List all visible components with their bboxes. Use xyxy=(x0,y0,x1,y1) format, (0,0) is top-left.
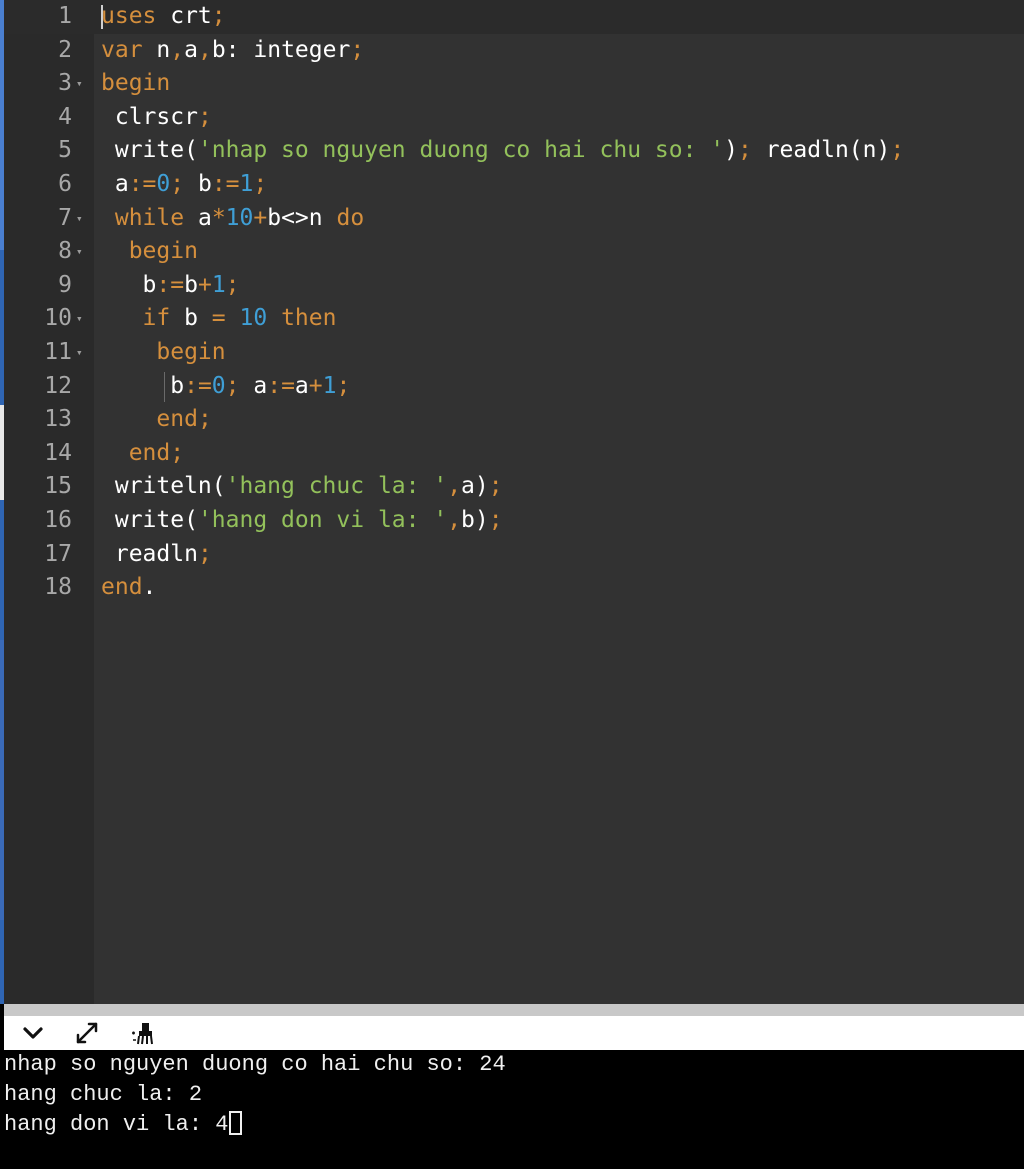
code-text: end. xyxy=(101,574,157,601)
line-number: 11 xyxy=(44,338,72,365)
fold-toggle-icon[interactable]: ▾ xyxy=(76,67,88,101)
clear-icon xyxy=(132,1023,153,1045)
fold-toggle-icon[interactable]: ▾ xyxy=(76,302,88,336)
console-toolbar xyxy=(4,1016,1024,1050)
indent-guide xyxy=(164,372,165,402)
line-number: 12 xyxy=(44,372,72,399)
fold-toggle-icon[interactable]: ▾ xyxy=(76,235,88,269)
code-line[interactable]: 6 a:=0; b:=1; xyxy=(4,168,1024,202)
line-number: 16 xyxy=(44,506,72,533)
code-text: end; xyxy=(128,439,185,466)
code-text: write('nhap so nguyen duong co hai chu s… xyxy=(101,137,905,164)
chevron-down-icon xyxy=(23,1027,43,1039)
line-number: 10 xyxy=(44,305,72,332)
code-line[interactable]: 16 write('hang don vi la: ',b); xyxy=(4,504,1024,538)
console-line: hang chuc la: 2 xyxy=(4,1082,203,1107)
code-line[interactable]: 5 write('nhap so nguyen duong co hai chu… xyxy=(4,134,1024,168)
code-text: clrscr; xyxy=(101,103,212,130)
code-line[interactable]: 13 end; xyxy=(4,403,1024,437)
code-line[interactable]: 4 clrscr; xyxy=(4,101,1024,135)
line-number: 17 xyxy=(44,540,72,567)
code-line[interactable]: 17 readln; xyxy=(4,538,1024,572)
code-text: begin xyxy=(156,338,226,365)
line-number: 6 xyxy=(58,170,72,197)
code-text: var n,a,b: integer; xyxy=(101,36,365,63)
line-number: 15 xyxy=(44,473,72,500)
code-line[interactable]: 18 end. xyxy=(4,571,1024,605)
code-line[interactable]: 15 writeln('hang chuc la: ',a); xyxy=(4,470,1024,504)
code-text: end; xyxy=(156,406,212,433)
code-text: writeln('hang chuc la: ',a); xyxy=(101,473,503,500)
text-caret xyxy=(101,5,103,29)
line-number: 4 xyxy=(58,103,72,130)
code-text: b:=b+1; xyxy=(101,271,240,298)
code-line[interactable]: 12 b:=0; a:=a+1; xyxy=(4,370,1024,404)
code-text: a:=0; b:=1; xyxy=(101,170,268,197)
code-text: write('hang don vi la: ',b); xyxy=(101,506,503,533)
line-number: 3 xyxy=(58,70,72,97)
line-number: 5 xyxy=(58,137,72,164)
code-text: readln; xyxy=(101,540,212,567)
line-number: 13 xyxy=(44,406,72,433)
code-line[interactable]: 8 ▾ begin xyxy=(4,235,1024,269)
code-text: begin xyxy=(101,70,171,97)
code-text: b:=0; a:=a+1; xyxy=(101,372,351,399)
collapse-console-button[interactable] xyxy=(18,1018,48,1048)
console-resize-handle[interactable] xyxy=(4,1004,1024,1016)
console-line: hang don vi la: 4 xyxy=(4,1110,243,1140)
fold-toggle-icon[interactable]: ▾ xyxy=(76,336,88,370)
expand-console-button[interactable] xyxy=(72,1018,102,1048)
line-number: 9 xyxy=(58,271,72,298)
line-number: 7 xyxy=(58,204,72,231)
code-text: while a*10+b<>n do xyxy=(114,204,365,231)
clear-console-button[interactable] xyxy=(128,1018,158,1048)
code-text: if b = 10 then xyxy=(142,305,337,332)
console-line: nhap so nguyen duong co hai chu so: 24 xyxy=(4,1052,506,1077)
line-number: 1 xyxy=(58,3,72,29)
code-line[interactable]: 7 ▾ while a*10+b<>n do xyxy=(4,202,1024,236)
code-line[interactable]: 1 uses crt; xyxy=(4,0,1024,34)
line-number: 8 xyxy=(58,238,72,265)
console-cursor xyxy=(229,1111,243,1135)
code-line[interactable]: 3 ▾ begin xyxy=(4,67,1024,101)
code-line[interactable]: 10 ▾ if b = 10 then xyxy=(4,302,1024,336)
code-line[interactable]: 2 var n,a,b: integer; xyxy=(4,34,1024,68)
line-number: 2 xyxy=(58,36,72,63)
code-editor[interactable]: 1 uses crt; 2 var n,a,b: integer; 3 ▾ begin 4 c… xyxy=(4,0,1024,1004)
fold-toggle-icon[interactable]: ▾ xyxy=(76,202,88,236)
code-text: uses crt; xyxy=(101,3,226,29)
code-lines: 1 uses crt; 2 var n,a,b: integer; 3 ▾ begin 4 c… xyxy=(4,0,1024,605)
code-line[interactable]: 9 b:=b+1; xyxy=(4,269,1024,303)
line-number: 14 xyxy=(44,439,72,466)
code-line[interactable]: 14 end; xyxy=(4,437,1024,471)
expand-icon xyxy=(76,1022,98,1044)
code-line[interactable]: 11 ▾ begin xyxy=(4,336,1024,370)
code-text: begin xyxy=(128,238,198,265)
console-output[interactable]: nhap so nguyen duong co hai chu so: 24 h… xyxy=(0,1050,1024,1169)
line-number: 18 xyxy=(44,574,72,601)
